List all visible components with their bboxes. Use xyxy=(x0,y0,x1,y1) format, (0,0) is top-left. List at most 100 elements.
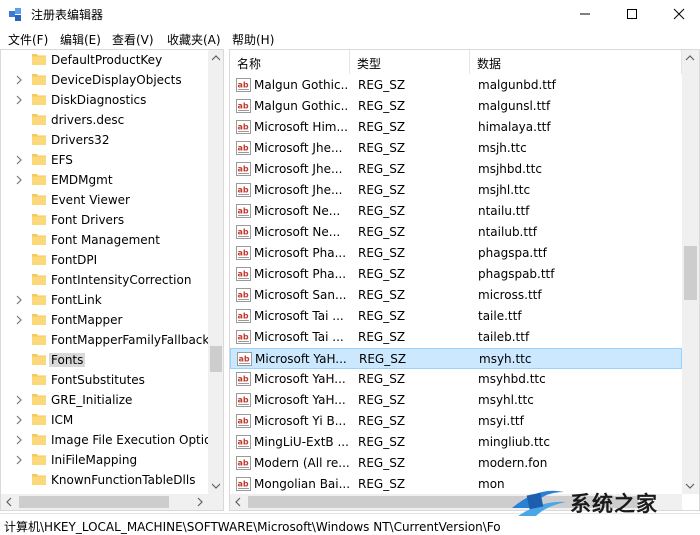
tree-item[interactable]: DeviceDisplayObjects xyxy=(1,70,208,90)
value-type: REG_SZ xyxy=(358,99,406,113)
value-row[interactable]: ab Microsoft Pha... REG_SZ phagspa.ttf xyxy=(230,243,682,264)
svg-text:ab: ab xyxy=(238,165,249,174)
chevron-right-icon[interactable] xyxy=(14,395,24,405)
minimize-button[interactable] xyxy=(562,0,608,28)
tree-item[interactable]: DefaultProductKey xyxy=(1,50,208,70)
value-data: msyi.ttf xyxy=(478,414,524,428)
tree-item[interactable]: FontMapperFamilyFallback xyxy=(1,330,209,350)
folder-icon xyxy=(32,314,46,325)
value-row[interactable]: ab Microsoft Ne... REG_SZ ntailu.ttf xyxy=(230,201,682,222)
value-row[interactable]: ab Microsoft Jhe... REG_SZ msjhl.ttc xyxy=(230,180,682,201)
tree-item-label: EMDMgmt xyxy=(51,173,113,187)
value-type: REG_SZ xyxy=(358,120,406,134)
value-name: Microsoft Jhe... xyxy=(254,183,343,197)
column-header-name[interactable]: 名称 xyxy=(230,50,350,74)
value-name: Microsoft YaH... xyxy=(254,372,346,386)
folder-icon xyxy=(32,154,46,165)
value-data: modern.fon xyxy=(478,456,548,470)
close-button[interactable] xyxy=(656,0,700,28)
tree-item[interactable]: drivers.desc xyxy=(1,110,208,130)
column-header-data[interactable]: 数据 xyxy=(470,50,682,74)
value-row[interactable]: ab Microsoft YaH... REG_SZ msyhl.ttc xyxy=(230,390,682,411)
tree-item-label: FontLink xyxy=(51,293,102,307)
value-data: msyhl.ttc xyxy=(478,393,534,407)
chevron-right-icon[interactable] xyxy=(14,415,24,425)
tree-item[interactable]: Fonts xyxy=(1,350,208,370)
value-row[interactable]: ab Microsoft Pha... REG_SZ phagspab.ttf xyxy=(230,264,682,285)
tree-item[interactable]: FontSubstitutes xyxy=(1,370,208,390)
value-row[interactable]: ab Modern (All re... REG_SZ modern.fon xyxy=(230,453,682,474)
chevron-right-icon[interactable] xyxy=(14,155,24,165)
menu-favorites[interactable]: 收藏夹(A) xyxy=(167,31,221,48)
chevron-right-icon[interactable] xyxy=(14,435,24,445)
scroll-up-arrow-icon xyxy=(685,55,695,61)
tree-item[interactable]: DiskDiagnostics xyxy=(1,90,208,110)
tree-item[interactable]: KnownFunctionTableDlls xyxy=(1,470,208,490)
tree-vertical-scroll-thumb[interactable] xyxy=(210,346,222,372)
menu-view[interactable]: 查看(V) xyxy=(112,31,154,48)
folder-icon xyxy=(32,274,46,285)
value-row[interactable]: ab Microsoft Tai ... REG_SZ taile.ttf xyxy=(230,306,682,327)
values-vertical-scroll-thumb[interactable] xyxy=(684,246,697,300)
string-value-icon: ab xyxy=(237,352,252,366)
value-row[interactable]: ab Microsoft Yi B... REG_SZ msyi.ttf xyxy=(230,411,682,432)
tree-item[interactable]: Drivers32 xyxy=(1,130,208,150)
close-icon xyxy=(673,8,685,20)
tree-item[interactable]: Font Management xyxy=(1,230,208,250)
tree-item[interactable]: FontLink xyxy=(1,290,208,310)
tree-item[interactable]: FontDPI xyxy=(1,250,208,270)
folder-icon xyxy=(32,234,46,245)
maximize-button[interactable] xyxy=(609,0,655,28)
value-row[interactable]: ab Malgun Gothic... REG_SZ malgunbd.ttf xyxy=(230,75,682,96)
registry-key-tree[interactable]: DefaultProductKey DeviceDisplayObjects Dis… xyxy=(0,49,224,511)
value-row[interactable]: ab Microsoft Jhe... REG_SZ msjhbd.ttc xyxy=(230,159,682,180)
value-row[interactable]: ab Malgun Gothic... REG_SZ malgunsl.ttf xyxy=(230,96,682,117)
column-header-type[interactable]: 类型 xyxy=(350,50,470,74)
value-row[interactable]: ab Microsoft YaH... REG_SZ msyh.ttc xyxy=(230,348,682,369)
svg-text:ab: ab xyxy=(238,81,249,90)
value-name: Microsoft YaH... xyxy=(254,393,346,407)
scroll-left-arrow-icon xyxy=(235,497,241,507)
string-value-icon: ab xyxy=(236,78,251,92)
menu-help[interactable]: 帮助(H) xyxy=(232,31,274,48)
string-value-icon: ab xyxy=(236,267,251,281)
column-header-name-label: 名称 xyxy=(237,57,262,71)
chevron-right-icon[interactable] xyxy=(14,295,24,305)
tree-item[interactable]: FontMapper xyxy=(1,310,208,330)
value-row[interactable]: ab Microsoft Ne... REG_SZ ntailub.ttf xyxy=(230,222,682,243)
tree-item-label: drivers.desc xyxy=(51,113,125,127)
value-row[interactable]: ab Microsoft Tai ... REG_SZ taileb.ttf xyxy=(230,327,682,348)
svg-text:ab: ab xyxy=(238,312,249,321)
chevron-right-icon[interactable] xyxy=(14,455,24,465)
value-data: ntailu.ttf xyxy=(478,204,530,218)
value-row[interactable]: ab Microsoft Him... REG_SZ himalaya.ttf xyxy=(230,117,682,138)
tree-vertical-scrollbar[interactable] xyxy=(208,50,223,494)
value-name: Mongolian Bai... xyxy=(254,477,349,491)
tree-item[interactable]: EMDMgmt xyxy=(1,170,208,190)
menu-edit[interactable]: 编辑(E) xyxy=(60,31,101,48)
tree-item[interactable]: Event Viewer xyxy=(1,190,208,210)
chevron-right-icon[interactable] xyxy=(14,95,24,105)
tree-item[interactable]: Image File Execution Optio xyxy=(1,430,211,450)
value-row[interactable]: ab MingLiU-ExtB ... REG_SZ mingliub.ttc xyxy=(230,432,682,453)
tree-horizontal-scrollbar[interactable] xyxy=(1,494,208,510)
chevron-right-icon[interactable] xyxy=(14,175,24,185)
svg-text:ab: ab xyxy=(238,459,249,468)
menu-file[interactable]: 文件(F) xyxy=(8,31,48,48)
value-name: Microsoft Jhe... xyxy=(254,162,343,176)
chevron-right-icon[interactable] xyxy=(14,315,24,325)
value-row[interactable]: ab Microsoft San... REG_SZ micross.ttf xyxy=(230,285,682,306)
values-vertical-scrollbar[interactable] xyxy=(682,50,699,494)
tree-item[interactable]: EFS xyxy=(1,150,208,170)
tree-item[interactable]: Font Drivers xyxy=(1,210,208,230)
tree-item[interactable]: IniFileMapping xyxy=(1,450,208,470)
value-row[interactable]: ab Microsoft Jhe... REG_SZ msjh.ttc xyxy=(230,138,682,159)
value-name: Malgun Gothic... xyxy=(254,99,349,113)
tree-item[interactable]: GRE_Initialize xyxy=(1,390,208,410)
chevron-right-icon[interactable] xyxy=(14,75,24,85)
tree-item[interactable]: FontIntensityCorrection xyxy=(1,270,208,290)
registry-values-list[interactable]: 名称 类型 数据 ab Malgun Gothic... REG_SZ malgunb… xyxy=(229,49,700,511)
tree-horizontal-scroll-thumb[interactable] xyxy=(19,496,169,508)
tree-item[interactable]: ICM xyxy=(1,410,208,430)
value-row[interactable]: ab Microsoft YaH... REG_SZ msyhbd.ttc xyxy=(230,369,682,390)
